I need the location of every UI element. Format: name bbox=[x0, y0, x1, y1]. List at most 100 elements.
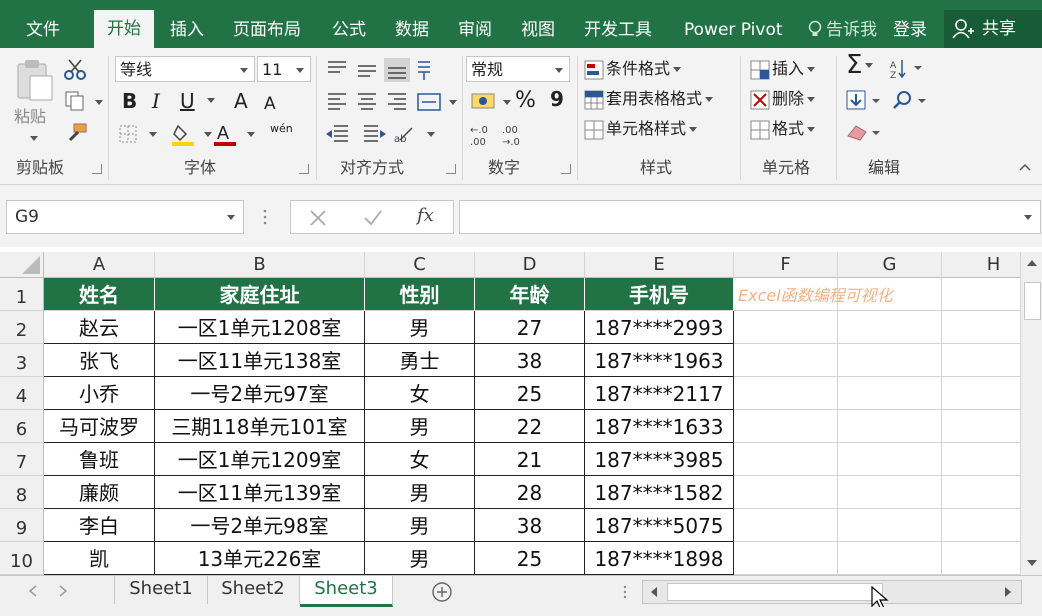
sheet-tab-3[interactable]: Sheet3 bbox=[300, 576, 393, 607]
cancel-icon[interactable] bbox=[309, 209, 327, 227]
table-cell[interactable]: 男 bbox=[365, 410, 475, 443]
empty-cell[interactable] bbox=[838, 344, 942, 377]
table-cell[interactable]: 一区11单元138室 bbox=[155, 344, 365, 377]
row-header[interactable]: 1 bbox=[0, 278, 44, 311]
italic-button[interactable]: I bbox=[152, 88, 160, 114]
row-header[interactable]: 10 bbox=[0, 542, 44, 575]
column-header-e[interactable]: E bbox=[585, 252, 734, 278]
table-header-cell[interactable]: 手机号 bbox=[585, 278, 734, 311]
tab-data[interactable]: 数据 bbox=[395, 12, 429, 48]
conditional-formatting-button[interactable]: 条件格式 bbox=[584, 56, 682, 82]
font-size-select[interactable]: 11 bbox=[257, 56, 311, 82]
clear-icon[interactable] bbox=[846, 122, 886, 144]
currency-icon[interactable] bbox=[470, 90, 498, 114]
h-scroll-thumb[interactable] bbox=[667, 583, 883, 601]
table-cell[interactable]: 25 bbox=[475, 542, 585, 575]
table-cell[interactable]: 187****5075 bbox=[585, 509, 734, 542]
table-cell[interactable]: 25 bbox=[475, 377, 585, 410]
sheet-tab-1[interactable]: Sheet1 bbox=[114, 576, 208, 604]
horizontal-align-icons[interactable] bbox=[324, 90, 464, 114]
table-cell[interactable]: 女 bbox=[365, 443, 475, 476]
table-cell[interactable]: 男 bbox=[365, 311, 475, 344]
empty-cell[interactable] bbox=[734, 542, 838, 575]
table-cell[interactable]: 13单元226室 bbox=[155, 542, 365, 575]
next-sheet-icon[interactable] bbox=[58, 585, 68, 597]
font-color-dropdown-icon[interactable] bbox=[247, 132, 255, 137]
table-cell[interactable]: 27 bbox=[475, 311, 585, 344]
table-cell[interactable]: 22 bbox=[475, 410, 585, 443]
row-header[interactable]: 9 bbox=[0, 509, 44, 542]
table-header-cell[interactable]: 姓名 bbox=[44, 278, 155, 311]
worksheet-grid[interactable]: A B C D E F G H 1 姓名 家庭住址 性别 年龄 手机号 2 赵云 一区1单元12… bbox=[0, 252, 1042, 575]
row-header[interactable]: 2 bbox=[0, 311, 44, 344]
column-header-g[interactable]: G bbox=[838, 252, 942, 278]
table-cell[interactable]: 38 bbox=[475, 344, 585, 377]
scroll-right-icon[interactable] bbox=[1003, 586, 1013, 598]
alignment-launcher-icon[interactable] bbox=[446, 164, 456, 174]
empty-cell[interactable] bbox=[838, 410, 942, 443]
copy-icon[interactable] bbox=[64, 90, 86, 112]
table-cell[interactable]: 鲁班 bbox=[44, 443, 155, 476]
tab-formulas[interactable]: 公式 bbox=[332, 12, 366, 48]
add-sheet-icon[interactable] bbox=[431, 581, 453, 603]
table-cell[interactable]: 187****1898 bbox=[585, 542, 734, 575]
empty-cell[interactable] bbox=[838, 311, 942, 344]
collapse-ribbon-icon[interactable] bbox=[1018, 162, 1032, 172]
table-cell[interactable]: 凯 bbox=[44, 542, 155, 575]
drag-handle-icon[interactable] bbox=[262, 207, 268, 227]
clipboard-launcher-icon[interactable] bbox=[92, 164, 102, 174]
find-select-icon[interactable] bbox=[892, 90, 932, 112]
empty-cell[interactable] bbox=[734, 410, 838, 443]
table-cell[interactable]: 张飞 bbox=[44, 344, 155, 377]
empty-cell[interactable] bbox=[734, 311, 838, 344]
paste-button[interactable]: 粘贴 bbox=[14, 104, 46, 130]
shrink-font-button[interactable]: A bbox=[264, 91, 276, 117]
column-header-c[interactable]: C bbox=[365, 252, 475, 278]
sheet-tab-2[interactable]: Sheet2 bbox=[207, 576, 300, 604]
tab-power-pivot[interactable]: Power Pivot bbox=[684, 12, 783, 48]
expand-formula-icon[interactable] bbox=[1024, 215, 1032, 220]
underline-dropdown-icon[interactable] bbox=[207, 98, 215, 103]
table-cell[interactable]: 男 bbox=[365, 542, 475, 575]
empty-cell[interactable] bbox=[838, 443, 942, 476]
fill-color-icon[interactable] bbox=[172, 122, 196, 146]
table-cell[interactable]: 女 bbox=[365, 377, 475, 410]
vertical-align-icons[interactable] bbox=[324, 58, 434, 82]
select-all-corner[interactable] bbox=[0, 252, 44, 278]
row-header[interactable]: 8 bbox=[0, 476, 44, 509]
share-button[interactable]: 共享 bbox=[944, 10, 1042, 48]
row-header[interactable]: 4 bbox=[0, 377, 44, 410]
table-header-cell[interactable]: 年龄 bbox=[475, 278, 585, 311]
table-cell[interactable]: 一区11单元139室 bbox=[155, 476, 365, 509]
table-cell[interactable]: 赵云 bbox=[44, 311, 155, 344]
table-cell[interactable]: 小乔 bbox=[44, 377, 155, 410]
column-header-f[interactable]: F bbox=[734, 252, 838, 278]
format-cells-button[interactable]: 格式 bbox=[750, 116, 816, 142]
table-cell[interactable]: 187****1633 bbox=[585, 410, 734, 443]
tab-review[interactable]: 审阅 bbox=[458, 12, 492, 48]
empty-cell[interactable] bbox=[734, 377, 838, 410]
number-format-select[interactable]: 常规 bbox=[466, 56, 570, 82]
paste-dropdown-icon[interactable] bbox=[30, 136, 38, 141]
empty-cell[interactable] bbox=[838, 542, 942, 575]
sort-filter-icon[interactable]: AZ bbox=[890, 58, 930, 80]
tell-me-search[interactable]: 告诉我 bbox=[826, 12, 882, 48]
font-launcher-icon[interactable] bbox=[299, 164, 309, 174]
column-header-a[interactable]: A bbox=[44, 252, 155, 278]
vertical-scrollbar[interactable] bbox=[1020, 252, 1042, 575]
delete-cells-button[interactable]: 删除 bbox=[750, 86, 816, 112]
orientation-dropdown-icon[interactable] bbox=[427, 132, 435, 137]
table-cell[interactable]: 187****3985 bbox=[585, 443, 734, 476]
scroll-thumb[interactable] bbox=[1024, 282, 1041, 320]
autosum-button[interactable]: Σ bbox=[846, 52, 874, 78]
table-cell[interactable]: 38 bbox=[475, 509, 585, 542]
table-cell[interactable]: 一区1单元1209室 bbox=[155, 443, 365, 476]
table-cell[interactable]: 男 bbox=[365, 509, 475, 542]
confirm-check-icon[interactable] bbox=[363, 209, 383, 227]
percent-button[interactable]: % bbox=[515, 88, 536, 114]
table-cell[interactable]: 廉颇 bbox=[44, 476, 155, 509]
insert-function-button[interactable]: fx bbox=[417, 205, 434, 226]
formula-input[interactable] bbox=[459, 200, 1041, 234]
table-cell[interactable]: 187****1963 bbox=[585, 344, 734, 377]
insert-cells-button[interactable]: 插入 bbox=[750, 56, 816, 82]
